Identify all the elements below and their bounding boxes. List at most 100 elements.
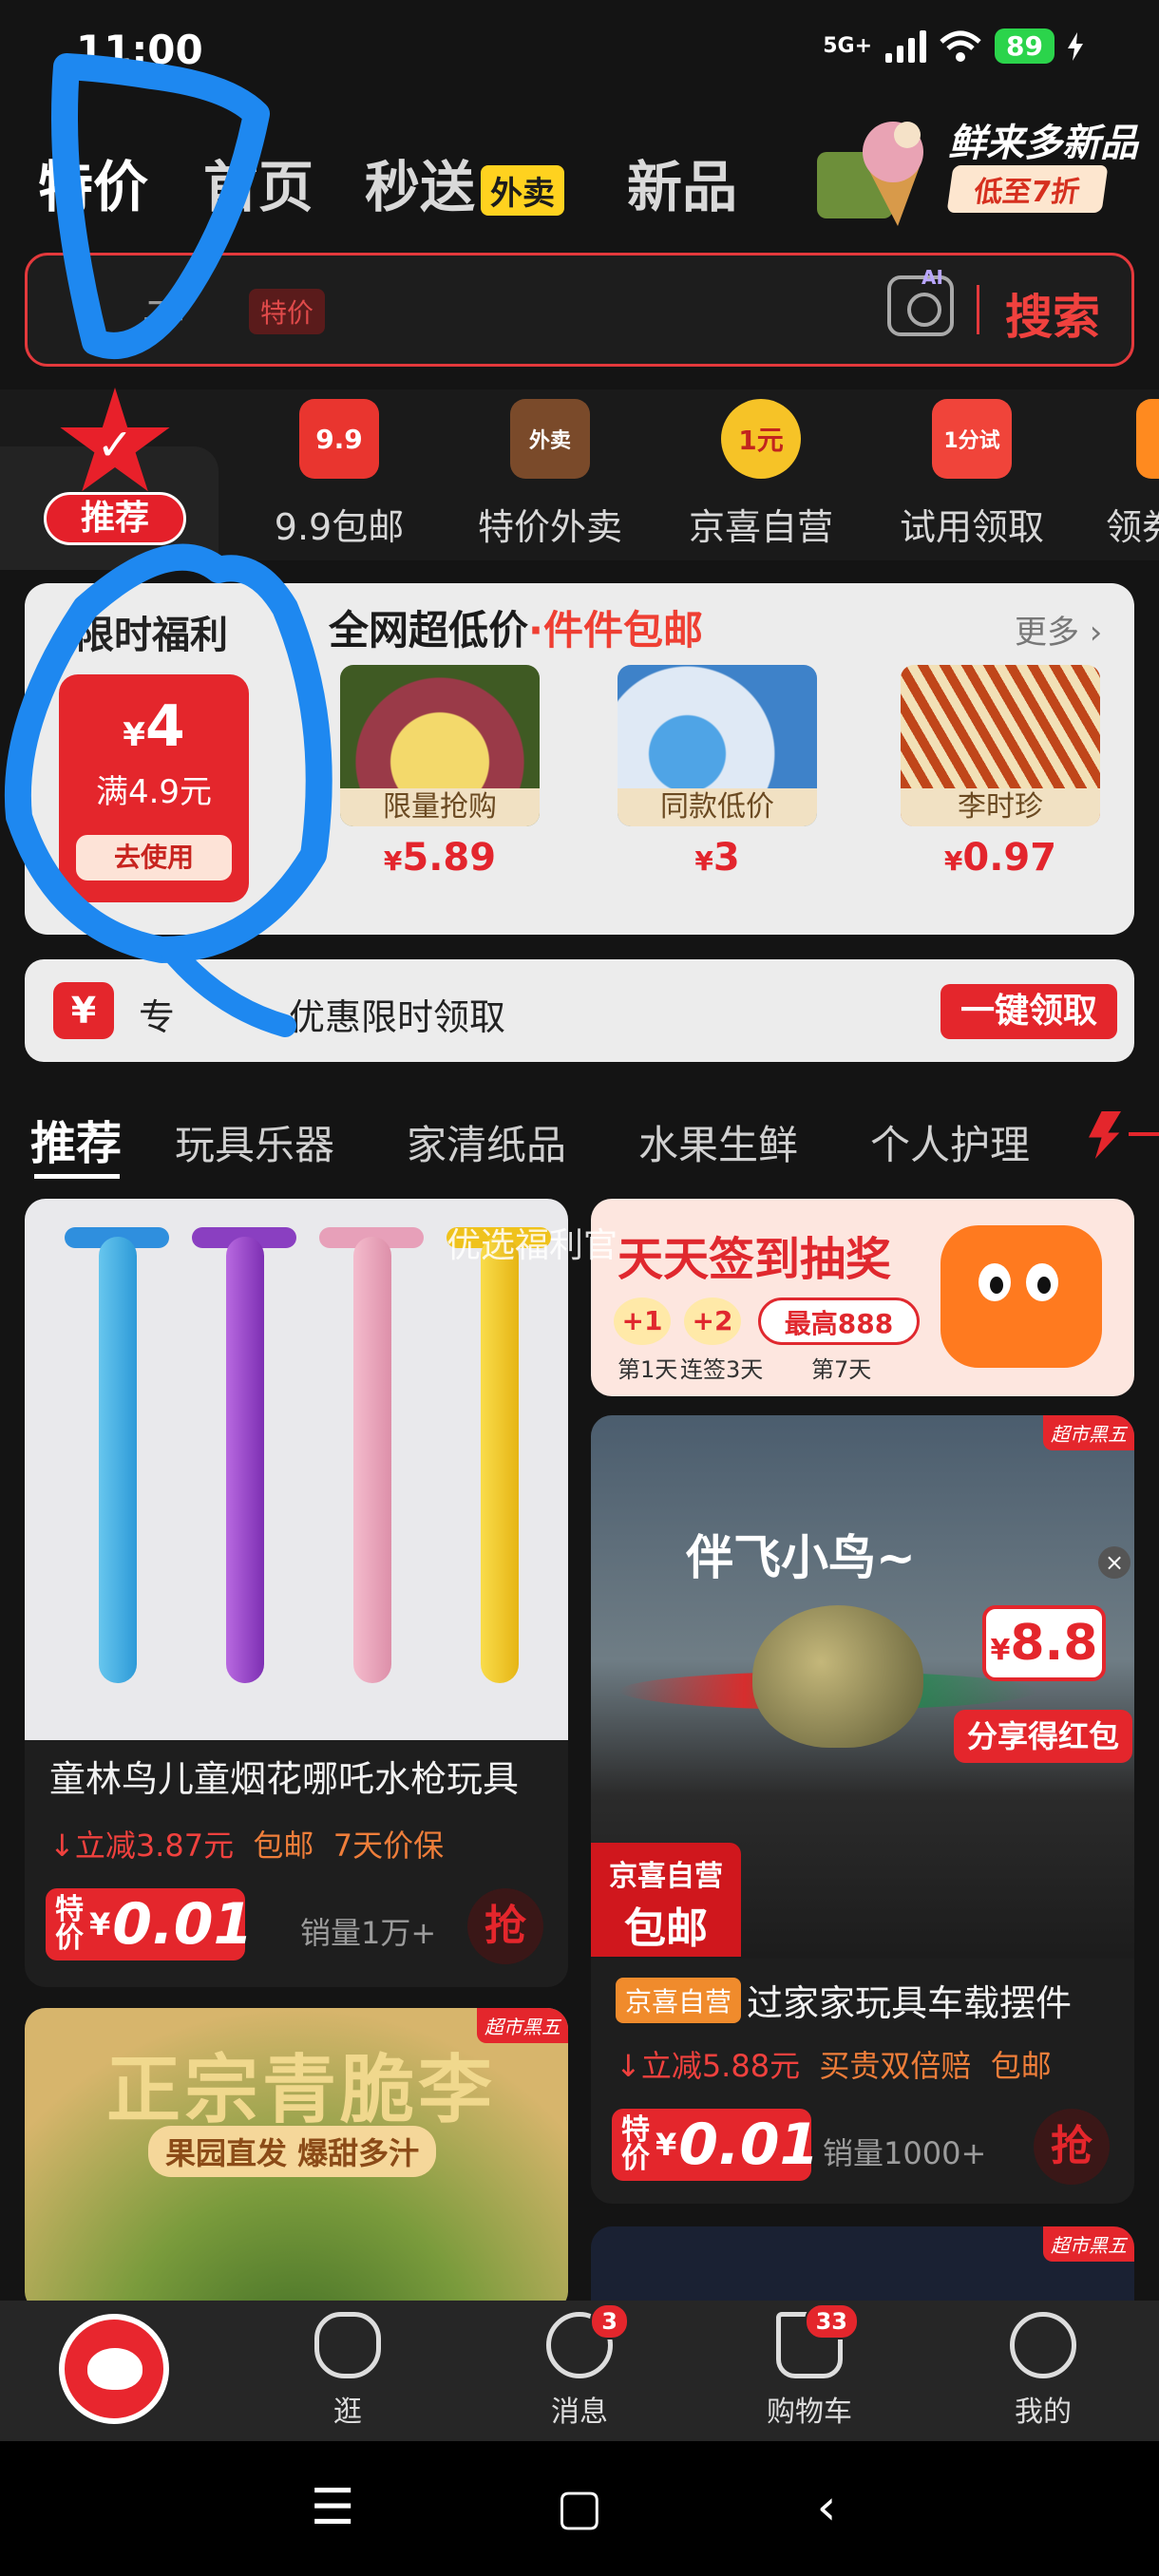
cart-badge: 33: [804, 2303, 859, 2339]
claim-all-button[interactable]: 一键领取: [940, 984, 1117, 1039]
grab-button[interactable]: 抢: [1034, 2109, 1110, 2185]
category-coupon-label: 领券: [1106, 506, 1159, 548]
category-jx-self[interactable]: 1元 京喜自营: [661, 399, 861, 550]
bag-99-icon: 9.9: [299, 399, 379, 479]
message-badge: 3: [590, 2303, 629, 2339]
promo-subtitle[interactable]: 低至7折: [946, 165, 1109, 213]
nav-cart[interactable]: 33 购物车: [733, 2303, 885, 2430]
status-icons: 5G+ 89: [823, 28, 1083, 64]
nav-stroll[interactable]: 逛: [272, 2312, 424, 2430]
feed-tab-recommend[interactable]: 推荐: [30, 1106, 122, 1172]
menu-icon[interactable]: ☰: [304, 2479, 361, 2536]
stroll-icon: [314, 2312, 381, 2378]
nav-messages-label: 消息: [551, 2396, 608, 2429]
check-star-icon: ✓: [60, 388, 170, 492]
feed-tab-cleaning[interactable]: 家清纸品: [407, 1113, 566, 1171]
tab-home[interactable]: 首页: [203, 142, 314, 222]
plum-title: 正宗青脆李: [106, 2048, 497, 2133]
sales-count: 销量1万+: [300, 1915, 437, 1951]
trash-bag-image: 同款低价: [618, 665, 817, 826]
network-label: 5G+: [823, 34, 873, 58]
nav-me[interactable]: 我的: [967, 2312, 1119, 2430]
promo-title[interactable]: 鲜来多新品: [948, 112, 1138, 167]
icecream-promo-icon[interactable]: [817, 114, 940, 228]
product-promo-line: ↓立减3.87元 包邮 7天价保: [49, 1828, 445, 1864]
coupon-icon: [1136, 399, 1159, 479]
gun-barrel: [226, 1237, 264, 1683]
product-title: 童林鸟儿童烟花哪吒水枪玩具: [49, 1758, 520, 1800]
back-icon[interactable]: ‹: [798, 2479, 855, 2536]
takeout-badge: 外卖: [481, 165, 565, 217]
search-divider: [977, 285, 979, 334]
feed-tab-indicator: [34, 1174, 120, 1179]
sweet-potato-image: 限量抢购: [340, 665, 540, 826]
category-trial-label: 试用领取: [899, 506, 1044, 548]
product-card-plum[interactable]: 正宗青脆李 果园直发 爆甜多汁 超市黑五: [25, 2008, 568, 2312]
gun-barrel: [481, 1237, 519, 1683]
black-friday-tag: 超市黑五: [477, 2008, 568, 2043]
mascot-icon: [940, 1225, 1102, 1368]
more-link[interactable]: 更多 ›: [1015, 606, 1102, 653]
category-trial[interactable]: 1分试 试用领取: [872, 399, 1072, 550]
category-takeout[interactable]: 外卖 特价外卖: [450, 399, 650, 550]
deal-tag: 李时珍: [901, 788, 1100, 826]
jx-self-tag: 京喜自营: [616, 1978, 742, 2023]
category-9-9[interactable]: 9.9 9.9包邮: [239, 399, 439, 550]
tab-new-products[interactable]: 新品: [627, 142, 737, 222]
deal-item[interactable]: 同款低价 ¥3: [618, 665, 817, 880]
trial-bag-icon: 1分试: [932, 399, 1012, 479]
deal-price: ¥3: [694, 836, 740, 880]
gun-barrel: [353, 1237, 391, 1683]
close-icon[interactable]: ×: [1098, 1546, 1130, 1579]
more-tabs-dash: [1129, 1132, 1159, 1136]
tab-instant-delivery[interactable]: 秒送 外卖: [365, 142, 565, 222]
nav-messages[interactable]: 3 消息: [504, 2303, 656, 2430]
bird-body: [752, 1605, 923, 1748]
tab-instant-delivery-label: 秒送: [365, 155, 476, 219]
camera-icon[interactable]: [887, 275, 954, 336]
feed-tab-fruits[interactable]: 水果生鲜: [638, 1113, 798, 1171]
bird-image: 伴飞小鸟~ ¥8.8 分享得红包 × 超市黑五 京喜自营 包邮: [591, 1415, 1134, 1959]
feed-tab-personal-care[interactable]: 个人护理: [870, 1113, 1030, 1171]
product-card-bird[interactable]: 伴飞小鸟~ ¥8.8 分享得红包 × 超市黑五 京喜自营 包邮 京喜自营 过家家…: [591, 1415, 1134, 2204]
deal-tag: 同款低价: [618, 788, 817, 826]
nav-stroll-label: 逛: [333, 2396, 362, 2429]
product-card-water-gun[interactable]: 童林鸟儿童烟花哪吒水枪玩具 ↓立减3.87元 包邮 7天价保 特价 ¥ 0.01…: [25, 1199, 568, 1987]
deal-tag: 限量抢购: [340, 788, 540, 826]
product-promo-line: ↓立减5.88元 买贵双倍赔 包邮: [616, 2048, 1052, 2084]
signin-chip-day3: +2: [684, 1297, 741, 1345]
coupon-card[interactable]: ¥4 满4.9元 去使用: [59, 674, 249, 902]
signal-icon: [885, 29, 927, 63]
lightning-icon[interactable]: [1089, 1111, 1121, 1159]
use-coupon-button[interactable]: 去使用: [76, 835, 232, 881]
share-red-packet-button[interactable]: 分享得红包: [954, 1710, 1132, 1763]
grab-button[interactable]: 抢: [467, 1888, 543, 1964]
user-icon: [1010, 2312, 1076, 2378]
takeout-bag-icon: 外卖: [510, 399, 590, 479]
charging-icon: [1068, 31, 1083, 61]
plum-image: 正宗青脆李 果园直发 爆甜多汁 超市黑五: [25, 2008, 568, 2312]
coupon-amount: ¥4: [123, 693, 185, 760]
sales-count: 销量1000+: [823, 2135, 987, 2171]
deal-item[interactable]: 限量抢购 ¥5.89: [340, 665, 540, 880]
signin-caption: 第1天: [618, 1356, 678, 1383]
search-input[interactable]: [25, 253, 1134, 367]
category-coupon[interactable]: 领券: [1064, 399, 1159, 550]
category-recommend[interactable]: ✓ 推荐: [15, 388, 215, 545]
jd-mascot-icon[interactable]: [59, 2314, 169, 2424]
coupon-banner-text: 专优惠限时领取: [139, 996, 506, 1038]
watermark-text: 优选福利官: [446, 1226, 618, 1265]
feed-tab-toys[interactable]: 玩具乐器: [175, 1113, 334, 1171]
signin-caption: 第7天: [811, 1356, 872, 1383]
welfare-title: 限时福利: [76, 614, 228, 657]
nav-cart-label: 购物车: [767, 2396, 852, 2429]
signin-title: 天天签到抽奖: [618, 1233, 892, 1286]
search-button[interactable]: 搜索: [1005, 279, 1100, 348]
ai-badge: AI: [922, 266, 943, 289]
deal-price: ¥0.97: [943, 836, 1057, 880]
price-tag: 特价 ¥ 0.01: [612, 2109, 819, 2181]
deal-item[interactable]: 李时珍 ¥0.97: [901, 665, 1100, 880]
home-square-icon[interactable]: ▢: [551, 2479, 608, 2536]
red-envelope-icon: ¥: [53, 982, 114, 1039]
tab-special-price[interactable]: 特价: [38, 142, 148, 222]
